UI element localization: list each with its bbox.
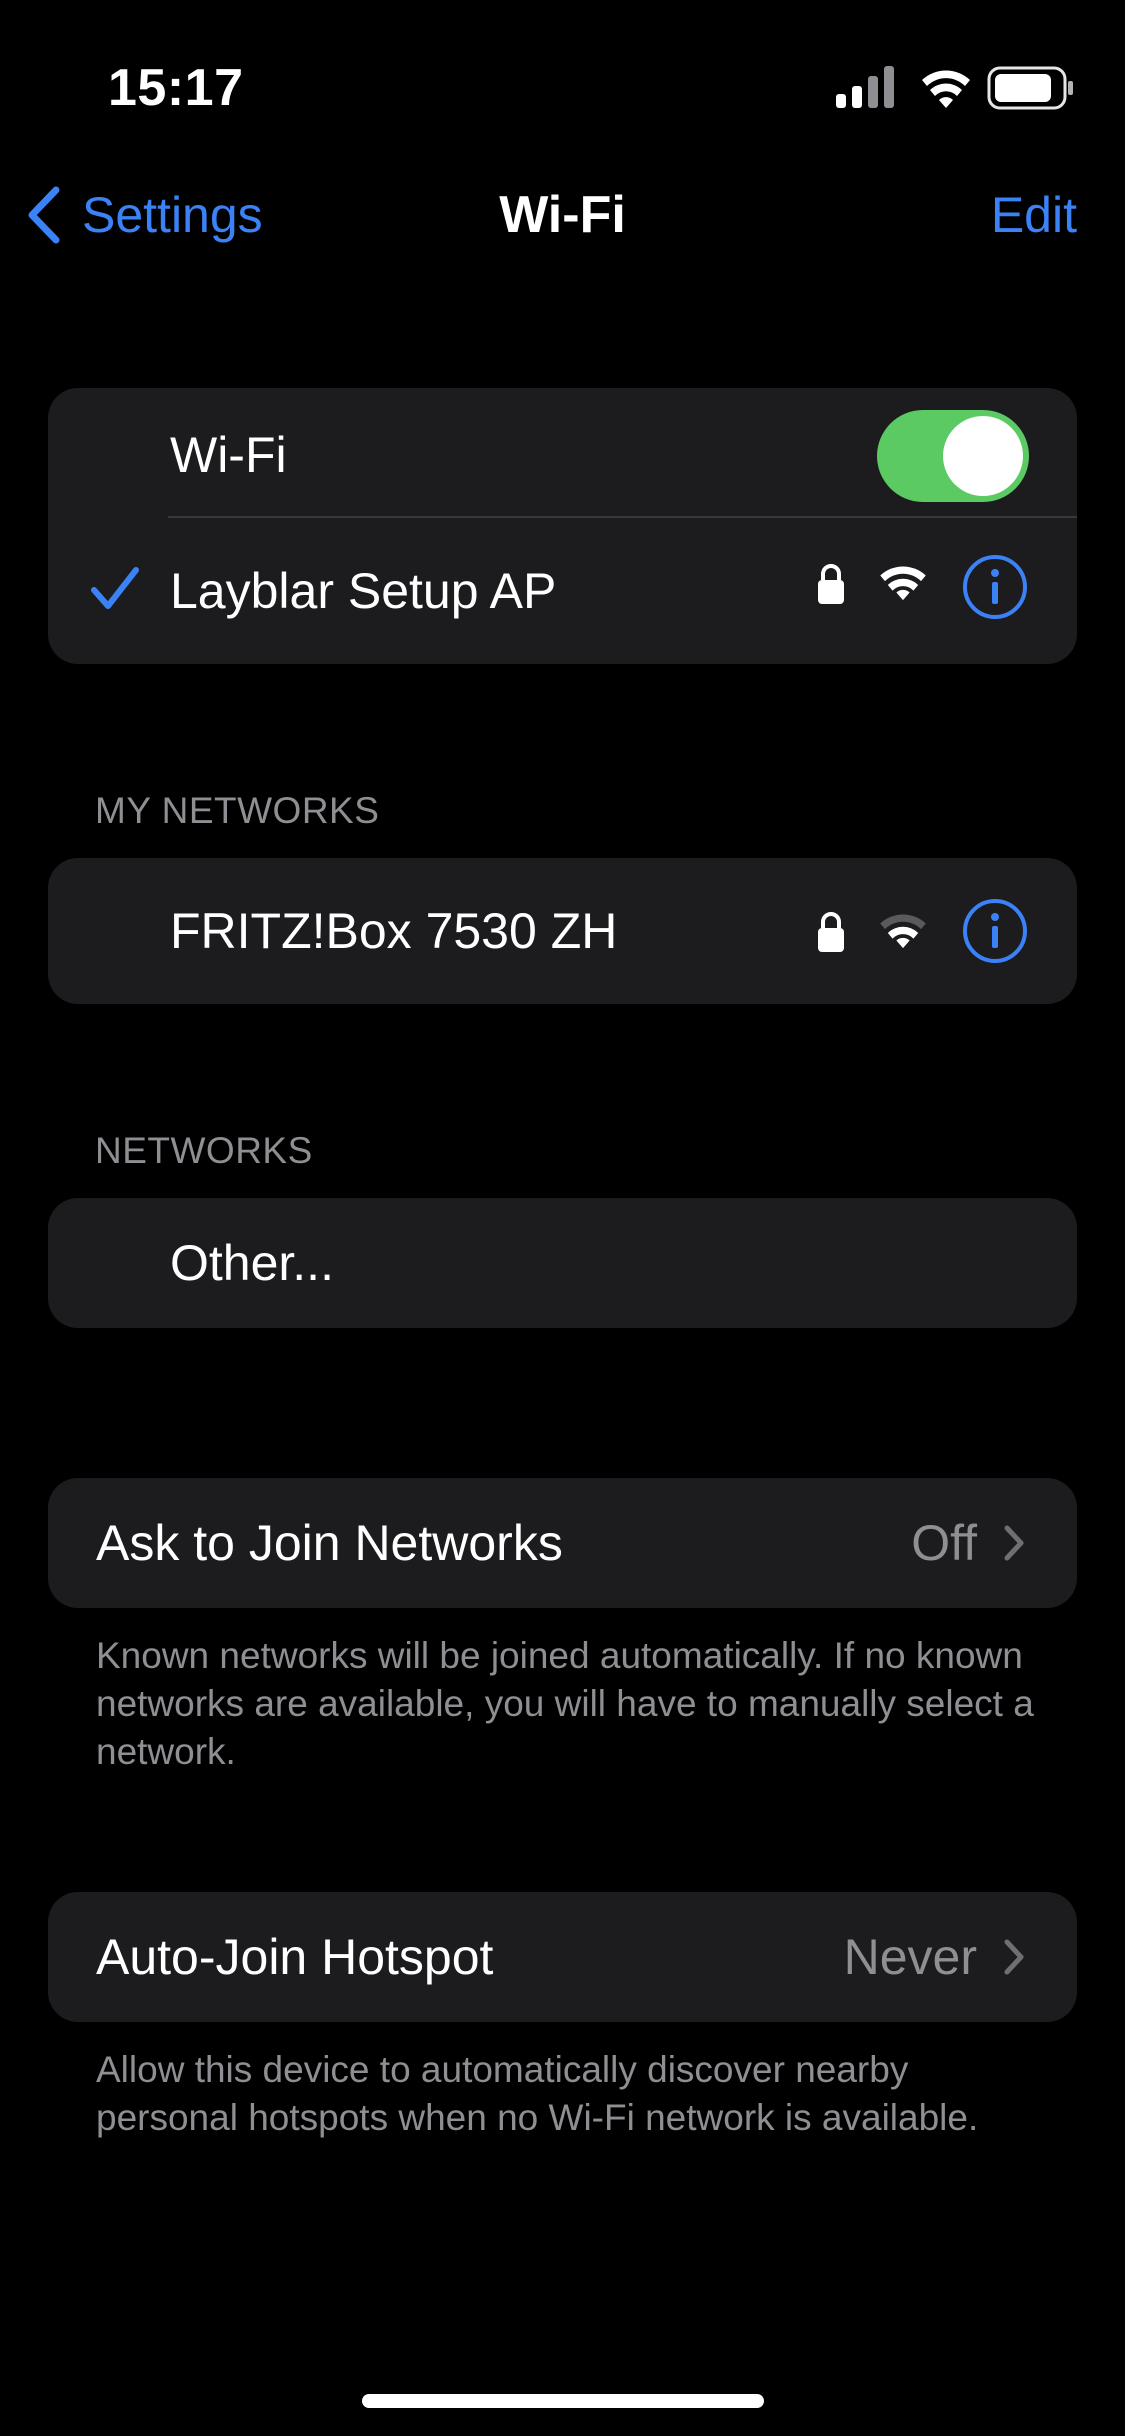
other-network-row[interactable]: Other...: [48, 1198, 1077, 1328]
auto-join-hotspot-value: Never: [843, 1929, 977, 1985]
auto-join-hotspot-footnote: Allow this device to automatically disco…: [96, 2049, 979, 2138]
networks-header: NETWORKS: [95, 1130, 313, 1171]
other-network-label: Other...: [170, 1235, 334, 1291]
lock-icon: [818, 912, 844, 952]
ask-to-join-footnote: Known networks will be joined automatica…: [96, 1635, 1034, 1772]
chevron-right-icon: [1004, 1525, 1024, 1561]
my-networks-header: MY NETWORKS: [95, 790, 380, 831]
checkmark-icon: [91, 567, 139, 609]
ask-to-join-group: Ask to Join Networks Off: [48, 1478, 1077, 1608]
wifi-icon: [922, 70, 970, 108]
home-indicator[interactable]: [362, 2394, 764, 2408]
status-time: 15:17: [108, 59, 244, 117]
my-networks-group: FRITZ!Box 7530 ZH: [48, 858, 1077, 1004]
back-label: Settings: [82, 187, 263, 243]
wifi-strength-icon: [880, 914, 926, 949]
auto-join-hotspot-label: Auto-Join Hotspot: [96, 1929, 494, 1985]
wifi-strength-icon: [880, 566, 926, 601]
info-icon[interactable]: [962, 898, 1028, 964]
ask-to-join-label: Ask to Join Networks: [96, 1515, 563, 1571]
wifi-toggle-label: Wi-Fi: [170, 427, 287, 483]
connected-network-row[interactable]: Layblar Setup AP: [48, 518, 1077, 664]
wifi-toggle[interactable]: [877, 410, 1029, 502]
lock-icon: [818, 564, 844, 604]
info-icon[interactable]: [962, 554, 1028, 620]
auto-join-hotspot-row[interactable]: Auto-Join Hotspot Never: [48, 1892, 1077, 2022]
connected-network-name: Layblar Setup AP: [170, 563, 557, 619]
wifi-group: Wi-Fi Layblar Setup AP: [48, 388, 1077, 664]
wifi-toggle-row: Wi-Fi: [48, 388, 1077, 524]
network-row[interactable]: FRITZ!Box 7530 ZH: [48, 858, 1077, 1004]
network-name: FRITZ!Box 7530 ZH: [170, 903, 618, 959]
ask-to-join-row[interactable]: Ask to Join Networks Off: [48, 1478, 1077, 1608]
toggle-knob: [943, 416, 1023, 496]
chevron-right-icon: [1004, 1939, 1024, 1975]
edit-button[interactable]: Edit: [991, 180, 1077, 250]
chevron-left-icon: [28, 186, 60, 244]
back-button[interactable]: Settings: [24, 180, 263, 250]
battery-icon: [987, 66, 1073, 110]
status-icons: [836, 64, 1076, 112]
ask-to-join-value: Off: [911, 1515, 977, 1571]
cellular-signal-icon: [836, 66, 894, 108]
networks-group: Other...: [48, 1198, 1077, 1328]
auto-join-hotspot-group: Auto-Join Hotspot Never: [48, 1892, 1077, 2022]
